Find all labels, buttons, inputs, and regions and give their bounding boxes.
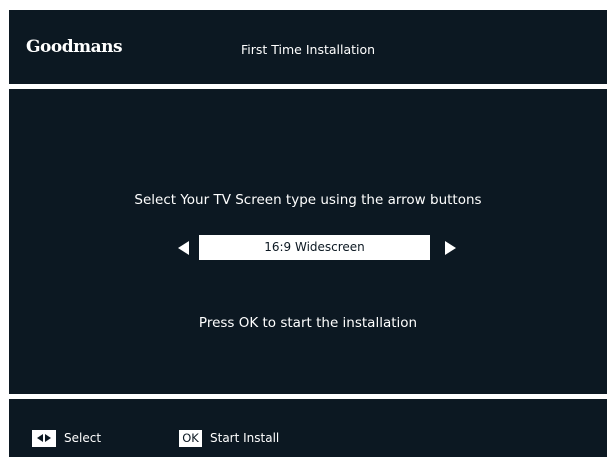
left-arrow-icon[interactable]	[178, 241, 189, 255]
instruction-text: Select Your TV Screen type using the arr…	[134, 192, 482, 208]
page-title: First Time Installation	[241, 42, 376, 57]
right-arrow-icon[interactable]	[445, 241, 456, 255]
footer-bar: Select OK Start Install	[9, 399, 607, 457]
tv-setup-screen: Goodmans First Time Installation Select …	[0, 0, 615, 466]
mini-left-arrow-icon	[37, 434, 43, 442]
left-right-arrows-icon	[32, 429, 56, 447]
start-installation-prompt: Press OK to start the installation	[198, 315, 418, 331]
mini-right-arrow-icon	[45, 434, 51, 442]
start-install-label: Start Install	[210, 431, 280, 445]
brand-logo: Goodmans	[26, 37, 123, 57]
select-hint: Select	[32, 429, 101, 447]
start-install-hint: OK Start Install	[179, 429, 279, 447]
header-bar: Goodmans First Time Installation	[9, 10, 607, 84]
screen-type-selector[interactable]: 16:9 Widescreen	[177, 235, 461, 260]
main-panel: Select Your TV Screen type using the arr…	[9, 89, 607, 394]
ok-key-badge: OK	[179, 429, 202, 447]
select-hint-label: Select	[64, 431, 102, 445]
screen-type-value[interactable]: 16:9 Widescreen	[199, 235, 430, 260]
